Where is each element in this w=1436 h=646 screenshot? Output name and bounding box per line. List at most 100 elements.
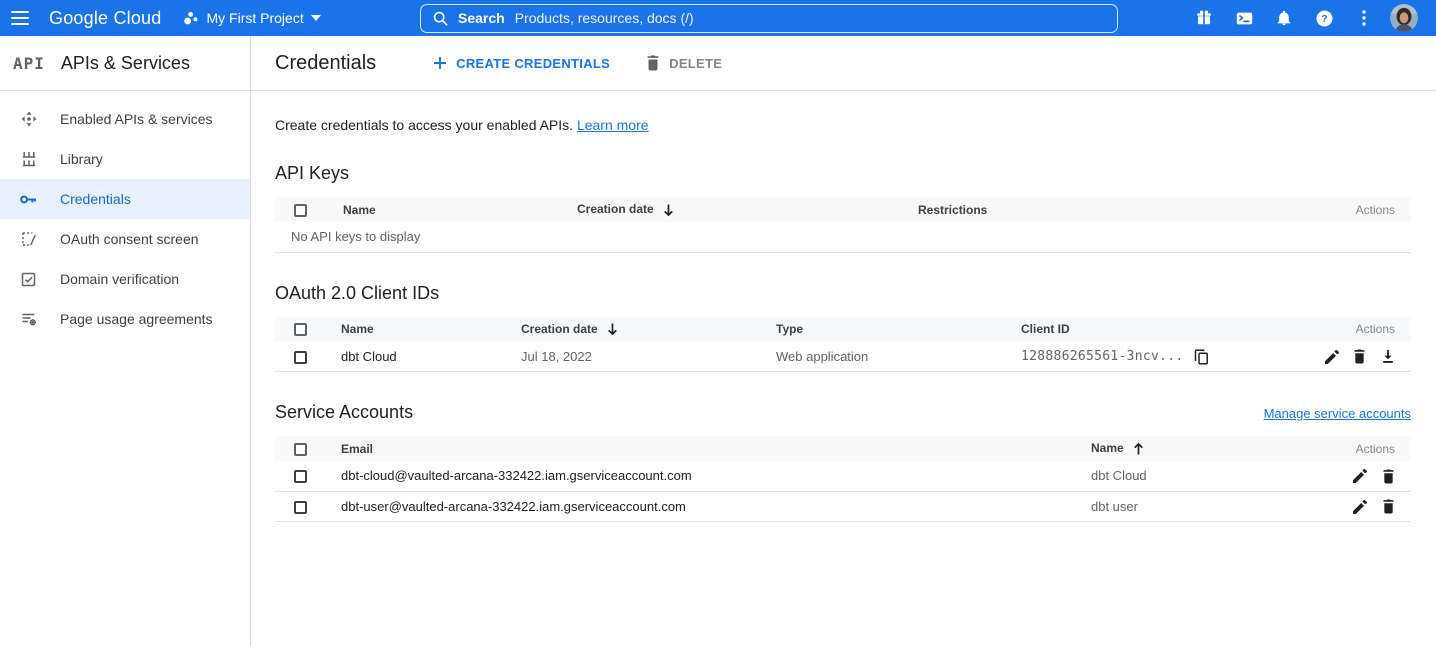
plus-icon — [433, 56, 447, 70]
delete-row-button[interactable] — [1353, 349, 1366, 364]
avatar-image — [1390, 4, 1418, 32]
column-header-type[interactable]: Type — [776, 317, 1021, 342]
more-options-button[interactable] — [1344, 0, 1384, 36]
column-header-email[interactable]: Email — [341, 436, 1091, 461]
main-content: Credentials CREATE CREDENTIALS DELETE Cr… — [251, 36, 1436, 646]
oauth-clients-title: OAuth 2.0 Client IDs — [275, 283, 1411, 304]
learn-more-link[interactable]: Learn more — [577, 117, 649, 133]
row-checkbox[interactable] — [294, 470, 307, 483]
sidebar-item-page-usage-agreements[interactable]: Page usage agreements — [0, 299, 250, 339]
search-bar[interactable]: Search — [420, 4, 1118, 33]
search-input[interactable] — [515, 10, 1105, 26]
copy-icon — [1194, 349, 1209, 365]
chevron-down-icon — [311, 15, 321, 21]
topbar-right: ? — [1118, 0, 1424, 36]
client-id-value: 128886265561-3ncv... — [1021, 349, 1184, 364]
service-account-row: dbt-cloud@vaulted-arcana-332422.iam.gser… — [275, 461, 1411, 491]
oauth-header-row: Name Creation date Type Client ID Action… — [275, 317, 1411, 342]
row-checkbox[interactable] — [294, 351, 307, 364]
service-account-email: dbt-cloud@vaulted-arcana-332422.iam.gser… — [341, 461, 1091, 491]
consent-screen-icon — [20, 231, 37, 248]
project-selector[interactable]: My First Project — [183, 10, 320, 26]
google-cloud-console: Google Cloud My First Project Search — [0, 0, 1436, 646]
pencil-icon — [1353, 469, 1367, 483]
select-all-checkbox[interactable] — [294, 323, 307, 336]
topbar-left: Google Cloud My First Project — [0, 0, 420, 36]
service-account-row: dbt-user@vaulted-arcana-332422.iam.gserv… — [275, 491, 1411, 521]
sidebar-item-label: Page usage agreements — [60, 311, 213, 327]
delete-label: DELETE — [669, 56, 722, 71]
column-header-name[interactable]: Name — [341, 317, 521, 342]
edit-button[interactable] — [1353, 469, 1367, 483]
help-button[interactable]: ? — [1304, 0, 1344, 36]
service-accounts-header-row: Email Name Actions — [275, 436, 1411, 461]
gift-icon — [1196, 10, 1212, 26]
topbar: Google Cloud My First Project Search — [0, 0, 1436, 36]
create-credentials-label: CREATE CREDENTIALS — [456, 56, 610, 71]
empty-message: No API keys to display — [275, 222, 1411, 252]
agreements-icon — [20, 311, 37, 328]
select-all-checkbox[interactable] — [294, 443, 307, 456]
sidebar-nav: Enabled APIs & services Library Credenti… — [0, 91, 250, 339]
download-button[interactable] — [1381, 349, 1395, 364]
promotions-button[interactable] — [1184, 0, 1224, 36]
oauth-client-actions — [1291, 342, 1411, 372]
column-header-actions: Actions — [1291, 317, 1411, 342]
delete-row-button[interactable] — [1382, 469, 1395, 484]
column-header-label: Name — [1091, 441, 1124, 455]
column-header-client-id[interactable]: Client ID — [1021, 317, 1291, 342]
notifications-button[interactable] — [1264, 0, 1304, 36]
sidebar-item-enabled-apis[interactable]: Enabled APIs & services — [0, 99, 250, 139]
column-header-name[interactable]: Name — [1091, 436, 1291, 461]
hamburger-menu-button[interactable] — [0, 0, 40, 36]
cloud-shell-icon — [1236, 11, 1253, 26]
column-header-creation-date[interactable]: Creation date — [577, 197, 918, 222]
sidebar-item-credentials[interactable]: Credentials — [0, 179, 250, 219]
column-header-actions: Actions — [1291, 197, 1411, 222]
svg-text:?: ? — [1321, 13, 1327, 25]
oauth-client-id-cell: 128886265561-3ncv... — [1021, 342, 1291, 372]
account-avatar[interactable] — [1390, 4, 1418, 32]
sort-desc-icon — [662, 203, 675, 217]
delete-row-button[interactable] — [1382, 499, 1395, 514]
service-account-email: dbt-user@vaulted-arcana-332422.iam.gserv… — [341, 491, 1091, 521]
pencil-icon — [1325, 350, 1339, 364]
row-checkbox[interactable] — [294, 501, 307, 514]
hamburger-icon — [11, 11, 29, 25]
column-header-actions: Actions — [1291, 436, 1411, 461]
sidebar-item-library[interactable]: Library — [0, 139, 250, 179]
search-label: Search — [458, 10, 505, 26]
select-all-checkbox[interactable] — [294, 204, 307, 217]
delete-button[interactable]: DELETE — [646, 55, 722, 71]
sidebar-item-label: Enabled APIs & services — [60, 111, 213, 127]
api-logo-icon: API — [13, 54, 45, 73]
oauth-client-creation-date: Jul 18, 2022 — [521, 342, 776, 372]
key-icon — [20, 191, 37, 208]
column-header-creation-date[interactable]: Creation date — [521, 317, 776, 342]
library-icon — [20, 151, 37, 168]
google-cloud-logo[interactable]: Google Cloud — [49, 8, 161, 29]
cloud-shell-button[interactable] — [1224, 0, 1264, 36]
sidebar-item-label: OAuth consent screen — [60, 231, 199, 247]
trash-icon — [646, 55, 660, 71]
sidebar-item-domain-verification[interactable]: Domain verification — [0, 259, 250, 299]
edit-button[interactable] — [1325, 350, 1339, 364]
project-name: My First Project — [206, 10, 303, 26]
create-credentials-button[interactable]: CREATE CREDENTIALS — [433, 56, 610, 71]
sidebar-item-label: Domain verification — [60, 271, 179, 287]
service-account-name: dbt Cloud — [1091, 461, 1291, 491]
trash-icon — [1382, 469, 1395, 484]
domain-verification-icon — [20, 271, 37, 288]
trash-icon — [1353, 349, 1366, 364]
manage-service-accounts-link[interactable]: Manage service accounts — [1264, 406, 1411, 421]
api-keys-header-row: Name Creation date Restrictions Actions — [275, 197, 1411, 222]
pencil-icon — [1353, 500, 1367, 514]
column-header-name[interactable]: Name — [343, 197, 577, 222]
service-account-actions — [1291, 491, 1411, 521]
sidebar-item-oauth-consent[interactable]: OAuth consent screen — [0, 219, 250, 259]
sidebar-header: API APIs & Services — [0, 36, 250, 91]
column-header-restrictions[interactable]: Restrictions — [918, 197, 1291, 222]
edit-button[interactable] — [1353, 500, 1367, 514]
bell-icon — [1276, 10, 1292, 26]
copy-client-id-button[interactable] — [1194, 349, 1209, 365]
